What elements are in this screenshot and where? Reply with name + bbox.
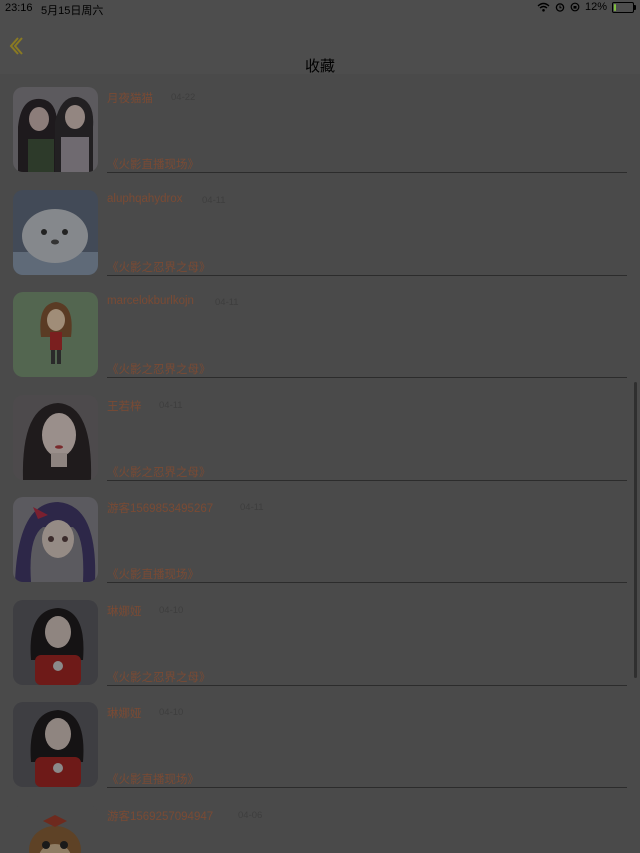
item-date: 04-10 [159,604,184,616]
item-name: 王若梓 [107,400,142,413]
item-name: aluphqahydrox [107,192,183,205]
item-source-link[interactable]: 《火影之忍界之母》 [107,259,211,275]
cartoon-girl-avatar[interactable] [13,292,98,377]
seal-avatar[interactable] [13,189,98,275]
list-item[interactable]: 游客1569257094947 04-06 [0,792,640,853]
item-date: 04-11 [240,502,264,513]
battery-level [614,3,617,11]
divider [107,172,627,173]
woman-portrait-avatar[interactable] [13,394,98,480]
item-name: 月夜猫猫 [107,93,153,105]
status-time: 23:16 [5,2,33,14]
girl-red-shirt-avatar[interactable] [13,702,98,787]
alarm-icon [555,3,565,12]
divider [107,274,627,276]
item-source-link[interactable]: 《火影直播现场》 [107,156,199,172]
page-title: 收藏 [304,58,335,75]
item-date: 04-06 [238,809,263,821]
battery-percent: 12% [584,1,607,13]
list-item[interactable]: marcelokburlkojn 04-11 《火影之忍界之母》 [0,279,640,382]
anime-purple-hair-avatar[interactable] [13,497,98,582]
scrollbar[interactable] [634,382,637,678]
girl-red-shirt-avatar[interactable] [13,599,98,685]
item-source-link[interactable]: 《火影之忍界之母》 [107,464,211,480]
item-source-link[interactable]: 《火影之忍界之母》 [107,669,211,685]
wifi-icon [537,2,550,12]
list-item[interactable]: 月夜猫猫 04-22 《火影直播现场》 [0,74,640,177]
item-source-link[interactable]: 《火影之忍界之母》 [107,361,211,377]
item-name: 琳娜娅 [107,605,142,618]
divider [107,684,627,686]
list-item[interactable]: aluphqahydrox 04-11 《火影之忍界之母》 [0,177,640,280]
list-item[interactable]: 琳娜娅 04-10 《火影直播现场》 [0,689,640,792]
item-name: marcelokburlkojn [107,295,194,307]
item-date: 04-11 [215,297,239,308]
item-source-link[interactable]: 《火影直播现场》 [107,771,199,787]
anime-girls-avatar[interactable] [13,87,98,172]
item-date: 04-22 [171,92,196,103]
orientation-lock-icon [570,2,580,12]
item-date: 04-10 [159,707,184,718]
item-date: 04-11 [202,194,226,206]
divider [107,787,627,788]
item-source-link[interactable]: 《火影直播现场》 [107,566,199,582]
list-item[interactable]: 琳娜娅 04-10 《火影之忍界之母》 [0,587,640,690]
nav-bar: 收藏 [0,16,640,75]
favorites-list: 月夜猫猫 04-22 《火影直播现场》 aluphqahydrox 04-11 … [0,74,640,853]
divider [107,479,627,481]
status-icons: 12% [537,1,636,13]
item-name: 琳娜娅 [107,708,142,720]
item-name: 游客1569257094947 [107,810,214,823]
status-bar: 23:16 5月15日周六 12% [0,0,640,17]
battery-icon [612,1,636,13]
list-item[interactable]: 游客1569853495267 04-11 《火影直播现场》 [0,484,640,587]
divider [107,377,627,378]
cartoon-hamster-avatar[interactable] [13,804,98,853]
list-item[interactable]: 王若梓 04-11 《火影之忍界之母》 [0,382,640,485]
item-date: 04-11 [159,399,183,411]
item-name: 游客1569853495267 [107,503,214,515]
divider [107,582,627,583]
